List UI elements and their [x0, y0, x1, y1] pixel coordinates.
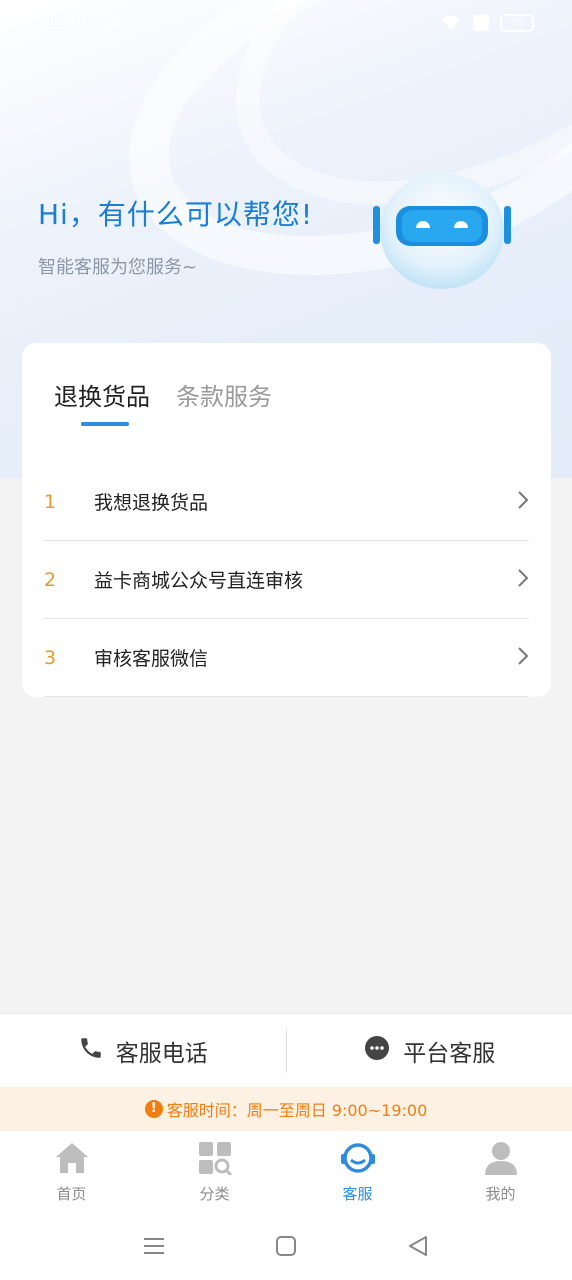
- faq-list: 1 我想退换货品 2 益卡商城公众号直连审核 3 审核客服微信: [44, 463, 529, 697]
- faq-number: 1: [44, 490, 57, 513]
- faq-number: 2: [44, 568, 57, 591]
- nav-category[interactable]: 分类: [143, 1131, 286, 1215]
- phone-label: 客服电话: [115, 1040, 208, 1067]
- system-nav-bar: [0, 1215, 572, 1280]
- bottom-nav: 首页 分类 客服 我的: [0, 1131, 572, 1215]
- nav-profile[interactable]: 我的: [429, 1131, 572, 1215]
- chevron-right-icon: [509, 490, 529, 514]
- nav-customer-service[interactable]: 客服: [286, 1131, 429, 1215]
- faq-item-2[interactable]: 2 益卡商城公众号直连审核: [44, 541, 529, 619]
- back-triangle-icon[interactable]: [407, 1235, 429, 1261]
- tab-indicator: [81, 422, 129, 426]
- nav-label: 首页: [56, 1185, 87, 1203]
- status-time: 10:14: [46, 14, 95, 34]
- status-icons: 99: [440, 14, 534, 32]
- nav-label: 我的: [485, 1185, 516, 1203]
- faq-item-3[interactable]: 3 审核客服微信: [44, 619, 529, 697]
- menu-icon[interactable]: [143, 1236, 165, 1260]
- faq-text: 益卡商城公众号直连审核: [94, 570, 304, 592]
- greeting-subtitle: 智能客服为您服务~: [38, 257, 198, 278]
- phone-icon: [78, 1035, 104, 1067]
- faq-text: 审核客服微信: [94, 648, 209, 670]
- platform-label: 平台客服: [403, 1040, 496, 1067]
- service-hours-text: 客服时间：周一至周日 9:00~19:00: [166, 1101, 428, 1120]
- customer-phone-button[interactable]: 客服电话: [0, 1014, 286, 1087]
- tab-terms[interactable]: 条款服务: [176, 377, 272, 412]
- nav-home[interactable]: 首页: [0, 1131, 143, 1215]
- greeting-title: Hi，有什么可以帮您!: [38, 198, 314, 231]
- exclamation-icon: !: [144, 1100, 163, 1118]
- nav-label: 客服: [342, 1185, 373, 1203]
- faq-tabs: 退换货品 条款服务: [54, 377, 272, 412]
- status-bar: 10:14 ⚠ 99: [0, 0, 572, 52]
- wifi-icon: [440, 14, 462, 32]
- faq-card: 退换货品 条款服务 1 我想退换货品 2 益卡商城公众号直连审核 3 审核客服微…: [22, 343, 551, 697]
- faq-item-1[interactable]: 1 我想退换货品: [44, 463, 529, 541]
- profile-icon: [483, 1141, 519, 1179]
- sim-icon: [472, 14, 490, 32]
- home-square-icon[interactable]: [275, 1235, 297, 1261]
- service-hours-bar: ! 客服时间：周一至周日 9:00~19:00: [0, 1087, 572, 1131]
- chevron-right-icon: [509, 568, 529, 592]
- contact-bar: 客服电话 平台客服: [0, 1013, 572, 1087]
- customer-service-icon: [339, 1141, 377, 1179]
- chevron-right-icon: [509, 646, 529, 670]
- robot-icon: [372, 168, 512, 294]
- nav-label: 分类: [199, 1185, 230, 1203]
- faq-number: 3: [44, 646, 57, 669]
- home-icon: [54, 1141, 90, 1179]
- category-icon: [197, 1141, 233, 1179]
- tab-returns[interactable]: 退换货品: [54, 377, 150, 412]
- platform-service-button[interactable]: 平台客服: [287, 1014, 572, 1087]
- battery-icon: 99: [500, 14, 534, 32]
- faq-text: 我想退换货品: [94, 492, 209, 514]
- warning-icon: ⚠: [108, 14, 123, 33]
- chat-bubble-icon: [363, 1034, 391, 1068]
